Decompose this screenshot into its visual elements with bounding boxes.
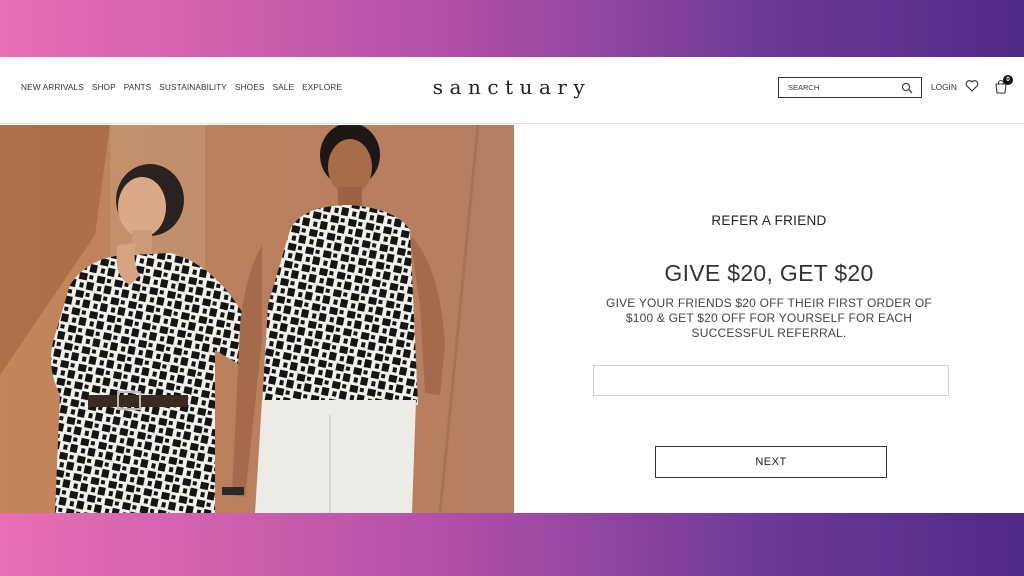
referral-kicker: REFER A FRIEND bbox=[711, 213, 827, 228]
site-header: NEW ARRIVALS SHOP PANTS SUSTAINABILITY S… bbox=[0, 57, 1024, 124]
search-box[interactable] bbox=[778, 77, 922, 98]
search-input[interactable] bbox=[779, 78, 899, 97]
heart-icon[interactable] bbox=[965, 79, 979, 93]
referral-panel: REFER A FRIEND GIVE $20, GET $20 GIVE YO… bbox=[514, 125, 1024, 513]
models-photo bbox=[0, 125, 514, 513]
referral-description: GIVE YOUR FRIENDS $20 OFF THEIR FIRST OR… bbox=[606, 296, 932, 340]
bag-count-badge: 0 bbox=[1003, 75, 1013, 85]
friend-email-field[interactable] bbox=[593, 365, 949, 396]
next-button[interactable]: NEXT bbox=[655, 446, 887, 478]
referral-headline: GIVE $20, GET $20 bbox=[664, 260, 874, 286]
page-frame: NEW ARRIVALS SHOP PANTS SUSTAINABILITY S… bbox=[0, 57, 1024, 513]
search-icon[interactable] bbox=[901, 82, 913, 94]
login-link[interactable]: LOGIN bbox=[931, 82, 957, 92]
hero-image bbox=[0, 125, 514, 513]
